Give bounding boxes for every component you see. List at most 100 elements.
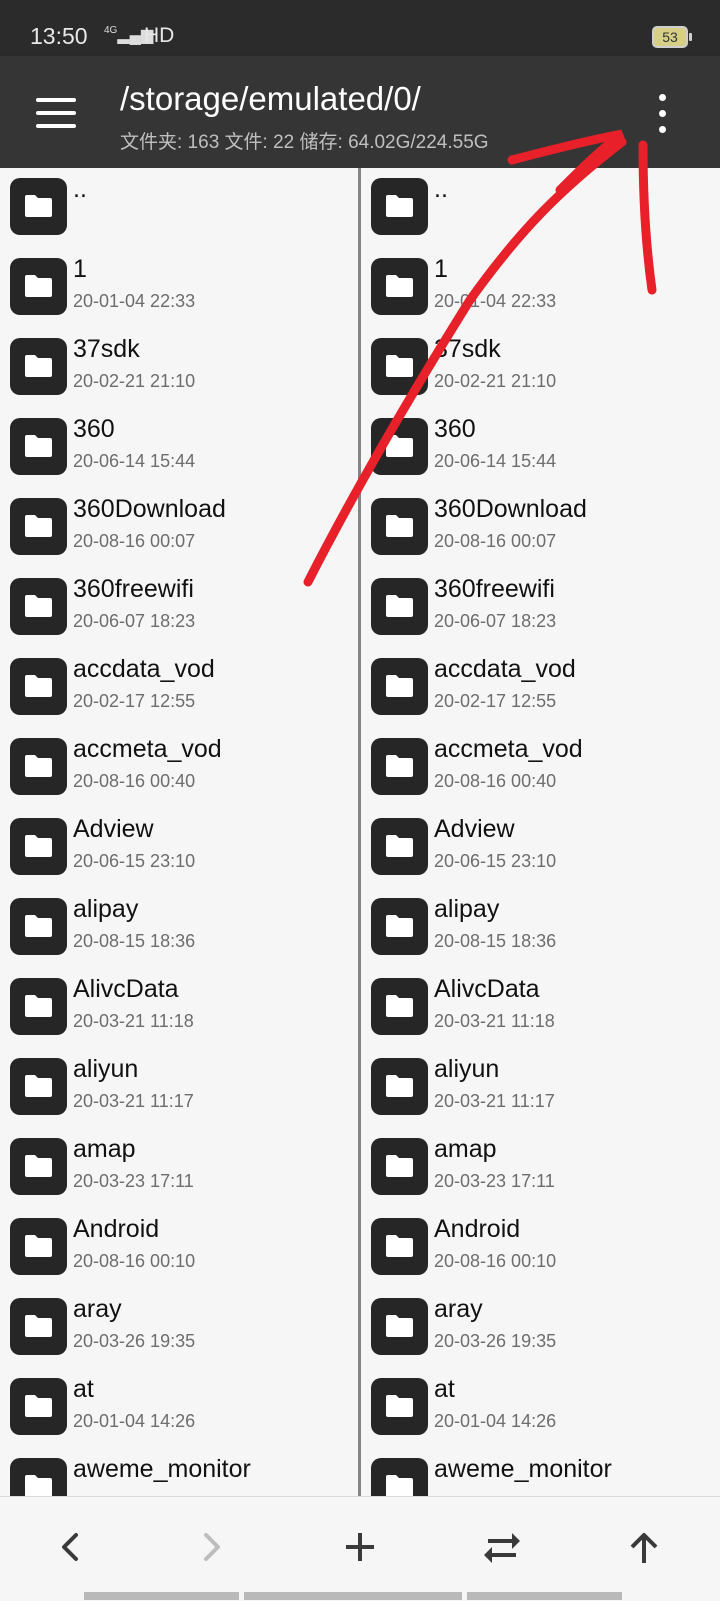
file-name: 37sdk bbox=[73, 335, 140, 363]
folder-icon bbox=[371, 498, 428, 555]
folder-icon bbox=[371, 1378, 428, 1435]
file-date: 20-01-04 14:26 bbox=[434, 1411, 557, 1431]
file-row[interactable]: 360freewifi 20-06-07 18:23 bbox=[361, 568, 720, 648]
file-name: 37sdk bbox=[434, 335, 501, 363]
folder-icon bbox=[371, 978, 428, 1035]
plus-icon[interactable] bbox=[330, 1517, 390, 1577]
file-row[interactable]: .. bbox=[361, 168, 720, 248]
file-name: 1 bbox=[73, 255, 87, 283]
file-row[interactable]: at 20-01-04 14:26 bbox=[0, 1368, 358, 1448]
forward-arrow-icon[interactable] bbox=[182, 1517, 242, 1577]
folder-icon bbox=[371, 418, 428, 475]
network-type: 4G bbox=[104, 25, 118, 36]
folder-icon bbox=[371, 1218, 428, 1275]
file-date: 20-06-14 15:44 bbox=[73, 451, 196, 471]
back-arrow-icon[interactable] bbox=[40, 1517, 100, 1577]
battery-icon: 53 bbox=[652, 26, 692, 48]
file-name: 360 bbox=[73, 415, 115, 443]
file-name: aliyun bbox=[434, 1055, 500, 1083]
nav-handle-left bbox=[84, 1592, 239, 1600]
file-date: 20-06-15 23:10 bbox=[434, 851, 557, 871]
file-date: 20-03-23 17:11 bbox=[434, 1171, 555, 1191]
file-name: AlivcData bbox=[434, 975, 540, 1003]
file-row[interactable]: aray 20-03-26 19:35 bbox=[0, 1288, 358, 1368]
more-vertical-icon[interactable] bbox=[654, 94, 670, 134]
file-name: 1 bbox=[434, 255, 448, 283]
file-date: 20-08-16 00:07 bbox=[73, 531, 196, 551]
file-row[interactable]: aray 20-03-26 19:35 bbox=[361, 1288, 720, 1368]
file-row[interactable]: Adview 20-06-15 23:10 bbox=[361, 808, 720, 888]
file-row[interactable]: at 20-01-04 14:26 bbox=[361, 1368, 720, 1448]
file-row[interactable]: .. bbox=[0, 168, 358, 248]
file-name: 360Download bbox=[434, 495, 587, 523]
file-row[interactable]: 360freewifi 20-06-07 18:23 bbox=[0, 568, 358, 648]
file-row[interactable]: Android 20-08-16 00:10 bbox=[361, 1208, 720, 1288]
file-row[interactable]: AlivcData 20-03-21 11:18 bbox=[361, 968, 720, 1048]
up-arrow-icon[interactable] bbox=[614, 1517, 674, 1577]
file-row[interactable]: 360Download 20-08-16 00:07 bbox=[0, 488, 358, 568]
file-row[interactable]: 360 20-06-14 15:44 bbox=[361, 408, 720, 488]
folder-icon bbox=[10, 898, 67, 955]
file-row[interactable]: aweme_monitor bbox=[0, 1448, 358, 1496]
swap-arrows-icon[interactable] bbox=[472, 1517, 532, 1577]
folder-icon bbox=[371, 818, 428, 875]
folder-icon bbox=[10, 178, 67, 235]
folder-icon bbox=[371, 338, 428, 395]
folder-icon bbox=[371, 1138, 428, 1195]
file-row[interactable]: AlivcData 20-03-21 11:18 bbox=[0, 968, 358, 1048]
folder-icon bbox=[10, 498, 67, 555]
file-row[interactable]: 360 20-06-14 15:44 bbox=[0, 408, 358, 488]
folder-icon bbox=[10, 1298, 67, 1355]
hamburger-menu-icon[interactable] bbox=[36, 98, 76, 128]
file-name: accmeta_vod bbox=[434, 735, 583, 763]
file-row[interactable]: 360Download 20-08-16 00:07 bbox=[361, 488, 720, 568]
file-row[interactable]: aliyun 20-03-21 11:17 bbox=[361, 1048, 720, 1128]
file-row[interactable]: Adview 20-06-15 23:10 bbox=[0, 808, 358, 888]
file-row[interactable]: Android 20-08-16 00:10 bbox=[0, 1208, 358, 1288]
file-date: 20-02-21 21:10 bbox=[73, 371, 196, 391]
file-date: 20-03-21 11:18 bbox=[73, 1011, 194, 1031]
folder-icon bbox=[371, 1058, 428, 1115]
file-row[interactable]: accmeta_vod 20-08-16 00:40 bbox=[361, 728, 720, 808]
file-date: 20-08-16 00:07 bbox=[434, 531, 557, 551]
file-name: aray bbox=[434, 1295, 483, 1323]
folder-icon bbox=[371, 738, 428, 795]
folder-icon bbox=[371, 258, 428, 315]
file-name: 360freewifi bbox=[73, 575, 194, 603]
file-name: aliyun bbox=[73, 1055, 139, 1083]
file-name: aray bbox=[73, 1295, 122, 1323]
file-row[interactable]: amap 20-03-23 17:11 bbox=[0, 1128, 358, 1208]
file-date: 20-08-16 00:40 bbox=[434, 771, 557, 791]
file-name: .. bbox=[434, 175, 448, 203]
file-row[interactable]: 37sdk 20-02-21 21:10 bbox=[0, 328, 358, 408]
file-date: 20-06-14 15:44 bbox=[434, 451, 557, 471]
file-date: 20-03-21 11:17 bbox=[73, 1091, 194, 1111]
file-name: accdata_vod bbox=[434, 655, 576, 683]
file-name: aweme_monitor bbox=[434, 1455, 612, 1483]
right-file-pane[interactable]: .. 1 20-01-04 22:33 37sdk 20-02-21 21:10 360 2… bbox=[361, 168, 720, 1496]
file-date: 20-08-16 00:40 bbox=[73, 771, 196, 791]
left-file-pane[interactable]: .. 1 20-01-04 22:33 37sdk 20-02-21 21:10 360 2… bbox=[0, 168, 358, 1496]
file-row[interactable]: alipay 20-08-15 18:36 bbox=[0, 888, 358, 968]
file-date: 20-02-17 12:55 bbox=[434, 691, 557, 711]
file-row[interactable]: accdata_vod 20-02-17 12:55 bbox=[0, 648, 358, 728]
file-date: 20-08-15 18:36 bbox=[434, 931, 557, 951]
file-name: aweme_monitor bbox=[73, 1455, 251, 1483]
file-row[interactable]: accdata_vod 20-02-17 12:55 bbox=[361, 648, 720, 728]
file-row[interactable]: 37sdk 20-02-21 21:10 bbox=[361, 328, 720, 408]
folder-icon bbox=[371, 178, 428, 235]
file-name: 360Download bbox=[73, 495, 226, 523]
status-bar: 13:50 4G▂▄▆ HD 53 bbox=[0, 0, 720, 56]
file-name: amap bbox=[73, 1135, 136, 1163]
file-name: at bbox=[73, 1375, 94, 1403]
file-date: 20-01-04 22:33 bbox=[73, 291, 196, 311]
file-row[interactable]: alipay 20-08-15 18:36 bbox=[361, 888, 720, 968]
file-row[interactable]: amap 20-03-23 17:11 bbox=[361, 1128, 720, 1208]
file-row[interactable]: aliyun 20-03-21 11:17 bbox=[0, 1048, 358, 1128]
file-name: amap bbox=[434, 1135, 497, 1163]
file-row[interactable]: accmeta_vod 20-08-16 00:40 bbox=[0, 728, 358, 808]
file-row[interactable]: 1 20-01-04 22:33 bbox=[0, 248, 358, 328]
file-name: alipay bbox=[73, 895, 139, 923]
file-row[interactable]: 1 20-01-04 22:33 bbox=[361, 248, 720, 328]
file-row[interactable]: aweme_monitor bbox=[361, 1448, 720, 1496]
